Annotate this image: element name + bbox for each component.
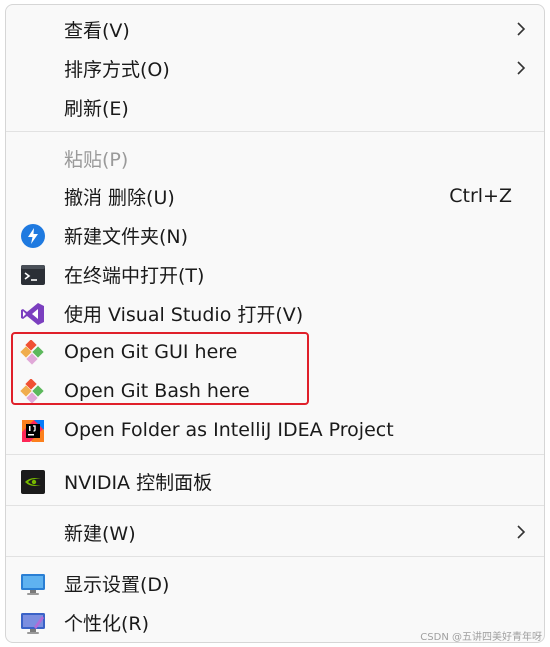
- menu-item-refresh[interactable]: 刷新(E): [12, 89, 538, 125]
- menu-item-label: 新建文件夹(N): [64, 225, 189, 248]
- visual-studio-icon: [21, 303, 44, 325]
- context-menu: 查看(V) 排序方式(O) 刷新(E) 粘贴(P) 撤消 删除(U) Ctrl+…: [5, 4, 545, 643]
- menu-item-label: 刷新(E): [64, 97, 129, 120]
- display-settings-icon: [21, 574, 45, 595]
- menu-item-label: Open Folder as IntelliJ IDEA Project: [64, 419, 394, 441]
- menu-separator: [6, 131, 544, 132]
- menu-item-label: 显示设置(D): [64, 573, 170, 596]
- menu-item-view[interactable]: 查看(V): [12, 11, 538, 47]
- menu-item-label: 个性化(R): [64, 612, 150, 635]
- menu-item-label: 使用 Visual Studio 打开(V): [64, 303, 304, 326]
- chevron-right-icon: [517, 61, 526, 75]
- chevron-right-icon: [517, 525, 526, 539]
- menu-item-label: 新建(W): [64, 522, 136, 545]
- shortcut-label: Ctrl+Z: [449, 185, 512, 207]
- menu-separator: [6, 556, 544, 557]
- menu-item-label: 撤消 删除(U): [64, 186, 175, 209]
- menu-item-undo-delete[interactable]: 撤消 删除(U) Ctrl+Z: [12, 178, 538, 214]
- menu-item-label: NVIDIA 控制面板: [64, 471, 213, 494]
- menu-item-open-terminal[interactable]: 在终端中打开(T): [12, 256, 538, 292]
- terminal-icon: [21, 265, 45, 285]
- intellij-icon: [22, 420, 44, 442]
- menu-item-paste: 粘贴(P): [12, 140, 538, 176]
- menu-item-open-visual-studio[interactable]: 使用 Visual Studio 打开(V): [12, 295, 538, 331]
- menu-item-display-settings[interactable]: 显示设置(D): [12, 565, 538, 601]
- menu-item-open-intellij[interactable]: Open Folder as IntelliJ IDEA Project: [12, 412, 538, 448]
- new-folder-icon: [21, 224, 45, 248]
- menu-item-label: 粘贴(P): [64, 148, 129, 171]
- menu-separator: [6, 505, 544, 506]
- personalize-icon: [21, 613, 45, 634]
- menu-item-new[interactable]: 新建(W): [12, 514, 538, 550]
- watermark: CSDN @五讲四美好青年呀: [420, 632, 542, 643]
- git-items-highlight-box: [11, 332, 309, 405]
- chevron-right-icon: [517, 22, 526, 36]
- menu-item-label: 排序方式(O): [64, 58, 170, 81]
- menu-separator: [6, 454, 544, 455]
- menu-item-label: 在终端中打开(T): [64, 264, 205, 287]
- menu-item-nvidia-control-panel[interactable]: NVIDIA 控制面板: [12, 463, 538, 499]
- menu-item-label: 查看(V): [64, 19, 130, 42]
- menu-item-new-folder[interactable]: 新建文件夹(N): [12, 217, 538, 253]
- nvidia-icon: [21, 470, 45, 494]
- menu-item-sort[interactable]: 排序方式(O): [12, 50, 538, 86]
